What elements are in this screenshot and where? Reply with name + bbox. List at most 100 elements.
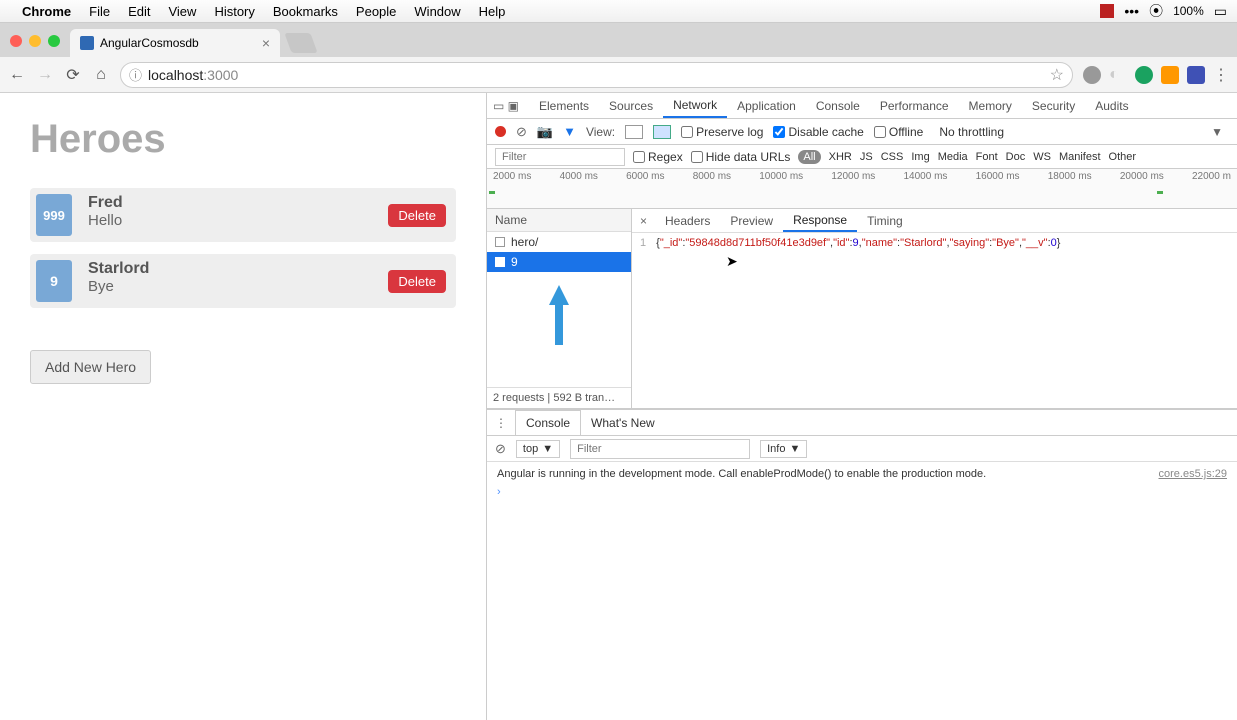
network-timeline[interactable]: 2000 ms 4000 ms 6000 ms 8000 ms 10000 ms… <box>487 169 1237 209</box>
extension-icon[interactable] <box>1135 66 1153 84</box>
hero-card[interactable]: 999 Fred Hello Delete <box>30 188 456 242</box>
filter-type-other[interactable]: Other <box>1109 151 1137 163</box>
extension-icon[interactable]: ◐ <box>1109 66 1127 84</box>
browser-tab[interactable]: AngularCosmosdb × <box>70 29 280 57</box>
filter-type-xhr[interactable]: XHR <box>829 151 852 163</box>
hero-card[interactable]: 9 Starlord Bye Delete <box>30 254 456 308</box>
menu-bookmarks[interactable]: Bookmarks <box>273 4 338 19</box>
detail-tab-timing[interactable]: Timing <box>857 209 913 232</box>
menu-app[interactable]: Chrome <box>22 4 71 19</box>
delete-button[interactable]: Delete <box>388 270 446 293</box>
network-toolbar: ⊘ 📷 ▼ View: Preserve log Disable cache O… <box>487 119 1237 145</box>
filter-type-media[interactable]: Media <box>938 151 968 163</box>
wifi-icon[interactable]: ⦿ <box>1149 1 1163 21</box>
back-button[interactable]: ← <box>8 66 26 84</box>
tab-elements[interactable]: Elements <box>529 93 599 118</box>
extension-icon[interactable] <box>1161 66 1179 84</box>
filter-type-all[interactable]: All <box>798 150 820 164</box>
drawer-menu-icon[interactable]: ⋮ <box>495 416 507 430</box>
battery-icon[interactable]: ▭ <box>1214 3 1227 20</box>
offline-checkbox[interactable]: Offline <box>874 125 923 139</box>
tab-title: AngularCosmosdb <box>100 36 199 50</box>
window-minimize-button[interactable] <box>29 35 41 47</box>
record-button[interactable] <box>495 126 506 137</box>
regex-checkbox[interactable]: Regex <box>633 150 683 164</box>
window-controls <box>10 35 60 47</box>
chrome-menu-icon[interactable]: ⋮ <box>1213 65 1229 85</box>
console-prompt[interactable]: › <box>497 486 1227 498</box>
bookmark-star-icon[interactable]: ☆ <box>1050 65 1064 85</box>
detail-tab-preview[interactable]: Preview <box>720 209 783 232</box>
detail-tab-headers[interactable]: Headers <box>655 209 720 232</box>
log-level-select[interactable]: Info ▼ <box>760 440 807 458</box>
network-filter-row: Regex Hide data URLs All XHR JS CSS Img … <box>487 145 1237 169</box>
home-button[interactable]: ⌂ <box>92 66 110 84</box>
filter-input[interactable] <box>495 148 625 166</box>
detail-tab-response[interactable]: Response <box>783 209 857 232</box>
delete-button[interactable]: Delete <box>388 204 446 227</box>
tab-application[interactable]: Application <box>727 93 806 118</box>
menu-view[interactable]: View <box>168 4 196 19</box>
response-body[interactable]: 1 {"_id":"59848d8d711bf50f41e3d9ef","id"… <box>632 233 1237 253</box>
window-maximize-button[interactable] <box>48 35 60 47</box>
add-new-hero-button[interactable]: Add New Hero <box>30 350 151 384</box>
filter-type-css[interactable]: CSS <box>881 151 904 163</box>
menu-people[interactable]: People <box>356 4 396 19</box>
reload-button[interactable]: ⟳ <box>64 66 82 84</box>
favicon-icon <box>80 36 94 50</box>
disable-cache-checkbox[interactable]: Disable cache <box>773 125 863 139</box>
request-detail-pane: × Headers Preview Response Timing 1 {"_i… <box>632 209 1237 408</box>
tab-memory[interactable]: Memory <box>959 93 1022 118</box>
inspect-element-icon[interactable]: ▭ ▣ <box>493 99 519 113</box>
filter-type-ws[interactable]: WS <box>1033 151 1051 163</box>
status-app-icon[interactable] <box>1100 4 1114 18</box>
window-close-button[interactable] <box>10 35 22 47</box>
menu-edit[interactable]: Edit <box>128 4 150 19</box>
filter-type-doc[interactable]: Doc <box>1006 151 1026 163</box>
console-source-link[interactable]: core.es5.js:29 <box>1159 468 1227 480</box>
site-info-icon[interactable]: ⓘ <box>129 65 142 84</box>
clear-console-button[interactable]: ⊘ <box>495 441 506 457</box>
menu-help[interactable]: Help <box>479 4 506 19</box>
view-small-icon[interactable] <box>653 125 671 139</box>
throttling-dropdown-icon[interactable]: ▼ <box>1211 125 1223 139</box>
clear-button[interactable]: ⊘ <box>516 124 527 140</box>
request-row[interactable]: hero/ <box>487 232 631 252</box>
capture-screenshots-icon[interactable]: 📷 <box>537 124 553 140</box>
tab-close-button[interactable]: × <box>262 35 270 51</box>
new-tab-button[interactable] <box>284 33 317 53</box>
filter-type-img[interactable]: Img <box>911 151 929 163</box>
filter-type-font[interactable]: Font <box>976 151 998 163</box>
hide-data-urls-checkbox[interactable]: Hide data URLs <box>691 150 791 164</box>
extension-icon[interactable] <box>1083 66 1101 84</box>
drawer-tab-console[interactable]: Console <box>515 410 581 435</box>
address-bar[interactable]: ⓘ localhost:3000 ☆ <box>120 62 1073 88</box>
drawer-tab-whatsnew[interactable]: What's New <box>581 410 665 435</box>
request-row[interactable]: 9 <box>487 252 631 272</box>
close-detail-button[interactable]: × <box>632 214 655 228</box>
tab-security[interactable]: Security <box>1022 93 1085 118</box>
filter-toggle-icon[interactable]: ▼ <box>563 124 576 139</box>
menu-extras-icon[interactable]: ••• <box>1124 3 1139 19</box>
tab-performance[interactable]: Performance <box>870 93 959 118</box>
throttling-select[interactable]: No throttling <box>939 125 1004 139</box>
menu-history[interactable]: History <box>214 4 254 19</box>
devtools-panel: ▭ ▣ Elements Sources Network Application… <box>486 93 1237 720</box>
filter-type-manifest[interactable]: Manifest <box>1059 151 1101 163</box>
tab-network[interactable]: Network <box>663 93 727 118</box>
extension-icon[interactable] <box>1187 66 1205 84</box>
preserve-log-checkbox[interactable]: Preserve log <box>681 125 763 139</box>
console-filter-input[interactable] <box>570 439 750 459</box>
view-large-icon[interactable] <box>625 125 643 139</box>
tab-sources[interactable]: Sources <box>599 93 663 118</box>
console-message: core.es5.js:29 Angular is running in the… <box>497 468 1227 480</box>
tab-audits[interactable]: Audits <box>1085 93 1138 118</box>
forward-button[interactable]: → <box>36 66 54 84</box>
filter-type-js[interactable]: JS <box>860 151 873 163</box>
chrome-tab-strip: AngularCosmosdb × <box>0 23 1237 57</box>
tab-console[interactable]: Console <box>806 93 870 118</box>
menu-window[interactable]: Window <box>414 4 460 19</box>
context-select[interactable]: top ▼ <box>516 440 560 458</box>
request-type-icon <box>495 237 505 247</box>
menu-file[interactable]: File <box>89 4 110 19</box>
